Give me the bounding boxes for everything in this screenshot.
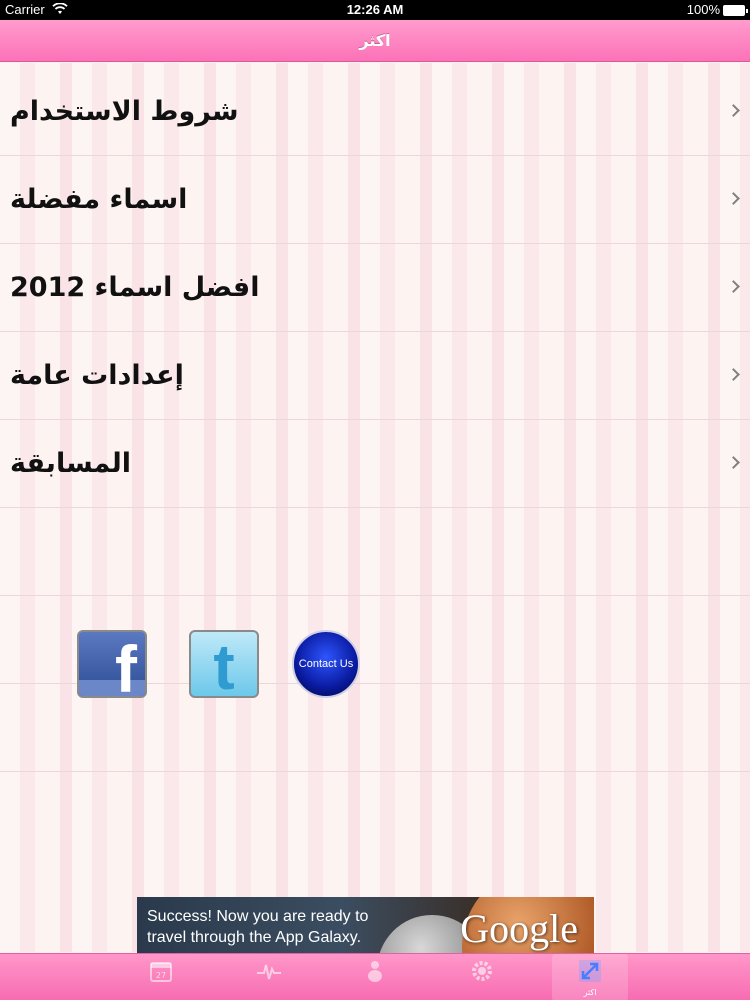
content-area[interactable]: شروط الاستخدام اسماء مفضلة افضل اسماء 20… <box>0 63 750 952</box>
facebook-icon: f <box>115 632 137 698</box>
battery-icon <box>723 5 748 16</box>
heartbeat-icon <box>257 964 281 980</box>
twitter-icon: t <box>213 631 235 703</box>
gear-icon <box>472 961 492 981</box>
menu-item-terms[interactable]: شروط الاستخدام <box>0 68 750 156</box>
tab-baby[interactable] <box>337 954 413 1000</box>
menu-item-competition[interactable]: المسابقة <box>0 420 750 508</box>
contact-us-button[interactable]: Contact Us <box>292 630 360 698</box>
page-title: اكثر <box>359 31 391 50</box>
tab-more[interactable]: اكثر <box>552 954 628 1000</box>
tab-heartbeat[interactable] <box>231 954 307 1000</box>
battery-percent: 100% <box>686 2 720 17</box>
navigation-bar: اكثر <box>0 20 750 62</box>
chevron-right-icon <box>727 280 740 293</box>
tab-settings[interactable] <box>444 954 520 1000</box>
menu-item-best-names-2012[interactable]: افضل اسماء 2012 <box>0 244 750 332</box>
svg-text:27: 27 <box>156 971 166 980</box>
chevron-right-icon <box>727 104 740 117</box>
expand-arrows-icon <box>579 960 601 982</box>
menu-item-label: إعدادات عامة <box>10 360 184 391</box>
twitter-button[interactable]: t <box>189 630 259 703</box>
menu-item-label: شروط الاستخدام <box>10 96 239 127</box>
calendar-icon: 27 <box>150 962 172 982</box>
tab-bar: 27 اكثر <box>0 953 750 1000</box>
chevron-right-icon <box>727 456 740 469</box>
google-logo: Google <box>460 906 578 951</box>
menu-item-general-settings[interactable]: إعدادات عامة <box>0 332 750 420</box>
tab-label: اكثر <box>583 988 597 997</box>
tab-calendar[interactable]: 27 <box>123 954 199 1000</box>
menu-item-label: افضل اسماء 2012 <box>10 272 260 303</box>
menu-item-label: المسابقة <box>10 448 132 479</box>
status-bar: Carrier 12:26 AM 100% <box>0 0 750 20</box>
chevron-right-icon <box>727 368 740 381</box>
ad-banner[interactable]: Success! Now you are ready to travel thr… <box>137 897 594 953</box>
contact-us-label: Contact Us <box>298 658 354 670</box>
menu-item-favorite-names[interactable]: اسماء مفضلة <box>0 156 750 244</box>
baby-icon <box>368 961 382 982</box>
menu-item-label: اسماء مفضلة <box>10 184 188 215</box>
chevron-right-icon <box>727 192 740 205</box>
facebook-button[interactable]: f <box>77 630 147 698</box>
clock: 12:26 AM <box>346 2 404 17</box>
empty-row <box>0 508 750 596</box>
ad-text: Success! Now you are ready to travel thr… <box>147 908 369 946</box>
